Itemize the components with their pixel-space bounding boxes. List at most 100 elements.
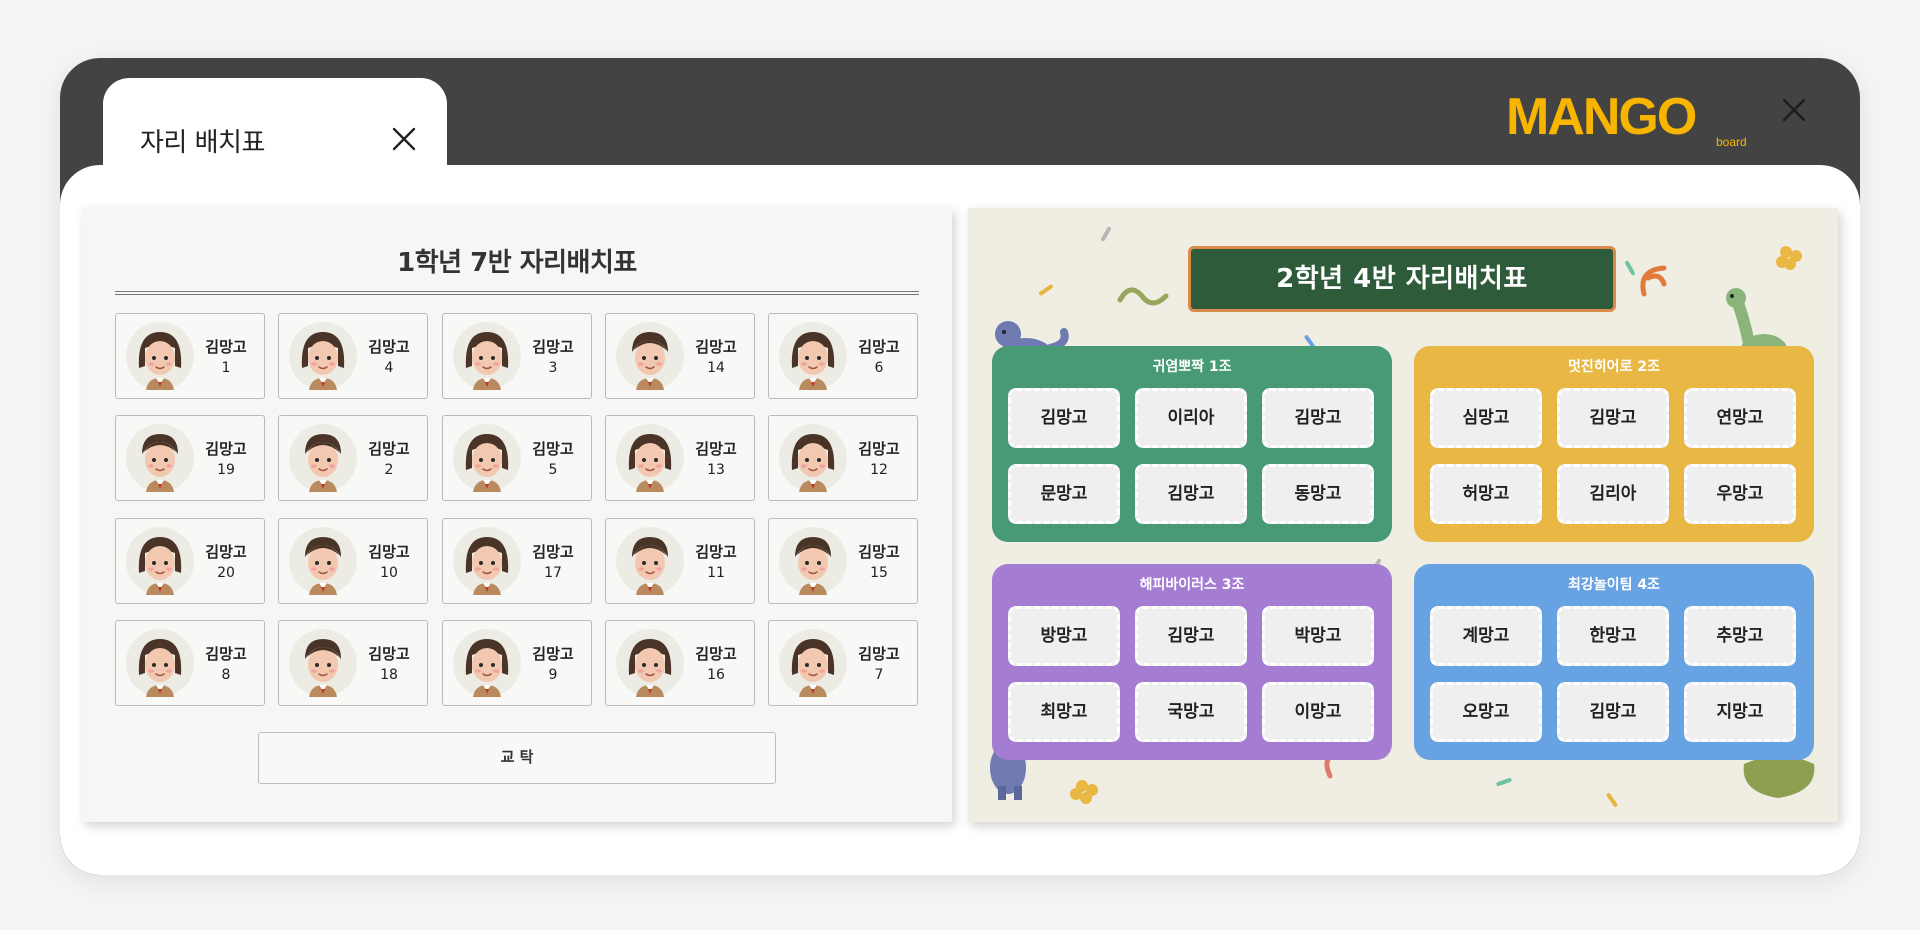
seat-card[interactable]: 김망고 19 — [115, 415, 265, 501]
seat-name: 김망고 — [695, 645, 737, 663]
seat-number: 4 — [384, 360, 394, 376]
group-seat[interactable]: 이망고 — [1262, 682, 1374, 742]
group-seat[interactable]: 연망고 — [1684, 388, 1796, 448]
seat-number: 12 — [870, 462, 888, 478]
tab-seating-chart[interactable]: 자리 배치표 — [103, 78, 447, 198]
seat-card[interactable]: 김망고 3 — [442, 313, 592, 399]
group-seat[interactable]: 김리아 — [1557, 464, 1669, 524]
seat-name: 김망고 — [532, 645, 574, 663]
avatar — [289, 527, 357, 595]
seat-card[interactable]: 김망고 4 — [278, 313, 428, 399]
avatar — [616, 424, 684, 492]
group-seat[interactable]: 지망고 — [1684, 682, 1796, 742]
seat-number: 1 — [221, 360, 231, 376]
group-seat[interactable]: 박망고 — [1262, 606, 1374, 666]
logo-sub: board — [1716, 135, 1747, 149]
group-seat[interactable]: 김망고 — [1557, 682, 1669, 742]
seat-number: 6 — [874, 360, 884, 376]
seat-card[interactable]: 김망고 10 — [278, 518, 428, 604]
group-seat[interactable]: 김망고 — [1008, 388, 1120, 448]
group-seat[interactable]: 오망고 — [1430, 682, 1542, 742]
seat-card[interactable]: 김망고 7 — [768, 620, 918, 706]
group-seat[interactable]: 김망고 — [1135, 606, 1247, 666]
group-seat[interactable]: 최망고 — [1008, 682, 1120, 742]
group-seat[interactable]: 김망고 — [1262, 388, 1374, 448]
seat-card[interactable]: 김망고 6 — [768, 313, 918, 399]
seat-card[interactable]: 김망고 20 — [115, 518, 265, 604]
group-seat[interactable]: 허망고 — [1430, 464, 1542, 524]
avatar — [453, 322, 521, 390]
avatar — [453, 424, 521, 492]
seat-name: 김망고 — [368, 338, 410, 356]
avatar — [779, 527, 847, 595]
seating-chart-1-7: 1학년 7반 자리배치표 김망고 1 김망고 4 김망고 3 김망고 14 김망… — [82, 208, 952, 822]
avatar — [126, 629, 194, 697]
seat-card[interactable]: 김망고 2 — [278, 415, 428, 501]
seat-number: 3 — [548, 360, 558, 376]
seat-name: 김망고 — [695, 543, 737, 561]
seat-card[interactable]: 김망고 13 — [605, 415, 755, 501]
seat-card[interactable]: 김망고 1 — [115, 313, 265, 399]
seat-number: 14 — [707, 360, 725, 376]
avatar — [616, 527, 684, 595]
avatar — [453, 527, 521, 595]
window-close-icon[interactable] — [1780, 96, 1808, 124]
mango-board-logo: MANGO board — [1506, 88, 1747, 149]
group-seat[interactable]: 문망고 — [1008, 464, 1120, 524]
seat-name: 김망고 — [368, 543, 410, 561]
avatar — [779, 322, 847, 390]
seat-card[interactable]: 김망고 15 — [768, 518, 918, 604]
close-icon[interactable] — [389, 124, 419, 154]
seat-number: 9 — [548, 667, 558, 683]
group-seat[interactable]: 추망고 — [1684, 606, 1796, 666]
seat-name: 김망고 — [532, 543, 574, 561]
group-seat[interactable]: 이리아 — [1135, 388, 1247, 448]
avatar — [289, 322, 357, 390]
avatar — [126, 527, 194, 595]
seat-number: 11 — [707, 565, 725, 581]
group-name: 멋진히어로 2조 — [1568, 359, 1660, 375]
group-seat[interactable]: 김망고 — [1135, 464, 1247, 524]
group-seat[interactable]: 방망고 — [1008, 606, 1120, 666]
seat-card[interactable]: 김망고 18 — [278, 620, 428, 706]
teacher-desk[interactable]: 교 탁 — [258, 732, 776, 784]
seat-card[interactable]: 김망고 5 — [442, 415, 592, 501]
seat-name: 김망고 — [205, 543, 247, 561]
group-seat[interactable]: 우망고 — [1684, 464, 1796, 524]
seat-number: 5 — [548, 462, 558, 478]
seat-card[interactable]: 김망고 17 — [442, 518, 592, 604]
group-seat[interactable]: 한망고 — [1557, 606, 1669, 666]
seat-card[interactable]: 김망고 12 — [768, 415, 918, 501]
seat-number: 10 — [380, 565, 398, 581]
seating-chart-2-4: 2학년 4반 자리배치표 귀염뽀짝 1조 김망고 이리아 김망고 문망고 김망고 동망고 멋진… — [968, 208, 1838, 822]
avatar — [453, 629, 521, 697]
avatar — [289, 629, 357, 697]
seat-name: 김망고 — [858, 543, 900, 561]
group-card: 멋진히어로 2조심망고 김망고 연망고허망고 김리아 우망고 — [1414, 346, 1814, 542]
avatar — [126, 424, 194, 492]
seat-number: 15 — [870, 565, 888, 581]
title-divider — [115, 291, 919, 295]
group-seat[interactable]: 계망고 — [1430, 606, 1542, 666]
left-chart-title: 1학년 7반 자리배치표 — [397, 248, 637, 278]
group-seat[interactable]: 동망고 — [1262, 464, 1374, 524]
seat-name: 김망고 — [368, 645, 410, 663]
seat-card[interactable]: 김망고 16 — [605, 620, 755, 706]
group-seat[interactable]: 국망고 — [1135, 682, 1247, 742]
seat-name: 김망고 — [695, 338, 737, 356]
seat-card[interactable]: 김망고 8 — [115, 620, 265, 706]
seat-number: 20 — [217, 565, 235, 581]
group-card: 최강놀이팀 4조계망고 한망고 추망고오망고 김망고 지망고 — [1414, 564, 1814, 760]
seat-name: 김망고 — [858, 440, 900, 458]
seat-name: 김망고 — [858, 645, 900, 663]
group-seat[interactable]: 김망고 — [1557, 388, 1669, 448]
group-name: 최강놀이팀 4조 — [1568, 577, 1660, 593]
seat-card[interactable]: 김망고 11 — [605, 518, 755, 604]
group-seat[interactable]: 심망고 — [1430, 388, 1542, 448]
seat-card[interactable]: 김망고 9 — [442, 620, 592, 706]
group-name: 귀염뽀짝 1조 — [1152, 359, 1232, 375]
logo-text: MANGO — [1506, 88, 1696, 146]
seat-card[interactable]: 김망고 14 — [605, 313, 755, 399]
seat-name: 김망고 — [205, 440, 247, 458]
seat-name: 김망고 — [205, 645, 247, 663]
